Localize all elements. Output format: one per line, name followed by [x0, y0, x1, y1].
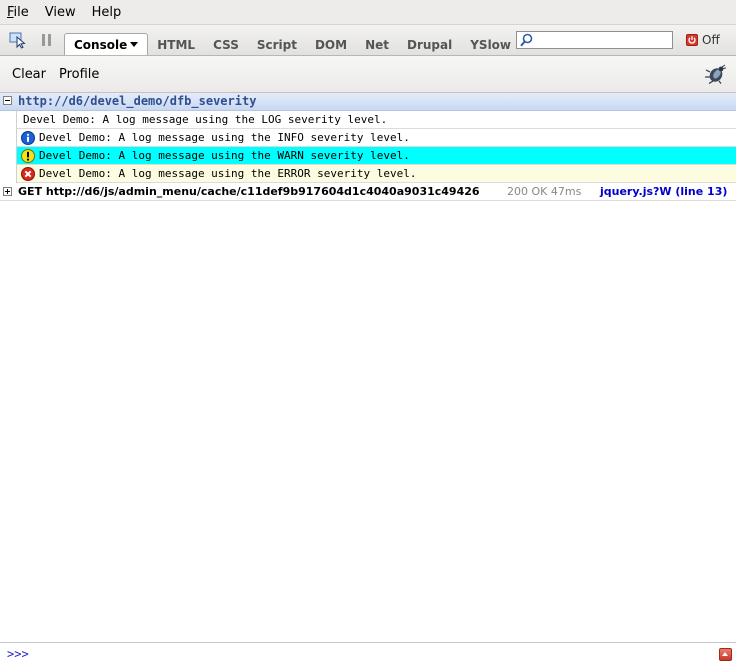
search-icon: [520, 33, 533, 47]
tab-css[interactable]: CSS: [204, 35, 248, 55]
console-log: http://d6/devel_demo/dfb_severity Devel …: [0, 93, 736, 201]
tab-console[interactable]: Console: [64, 33, 149, 55]
pause-icon: [42, 34, 45, 46]
command-input[interactable]: [36, 646, 706, 661]
firebug-toolbar: Console HTML CSS Script DOM Net Drupal Y…: [0, 24, 736, 56]
log-message-log: Devel Demo: A log message using the LOG …: [17, 111, 736, 129]
command-prompt: >>>: [7, 647, 29, 661]
inspect-button[interactable]: [8, 31, 28, 49]
tab-script[interactable]: Script: [248, 35, 306, 55]
firebug-icon[interactable]: [704, 64, 726, 84]
info-icon: [21, 131, 35, 145]
pause-icon-bar: [48, 34, 51, 46]
request-url: GET http://d6/js/admin_menu/cache/c11def…: [18, 185, 480, 198]
off-label: Off: [702, 33, 720, 47]
tab-drupal[interactable]: Drupal: [398, 35, 461, 55]
tab-dom[interactable]: DOM: [306, 35, 356, 55]
log-group-title: http://d6/devel_demo/dfb_severity: [18, 94, 257, 108]
panel-tabs: Console HTML CSS Script DOM Net Drupal Y…: [64, 31, 520, 57]
profile-button[interactable]: Profile: [59, 67, 99, 82]
menu-file[interactable]: File: [0, 5, 37, 20]
pause-button[interactable]: [40, 33, 54, 47]
xhr-request-row[interactable]: GET http://d6/js/admin_menu/cache/c11def…: [0, 183, 736, 201]
request-status: 200 OK 47ms: [507, 185, 582, 198]
collapse-icon[interactable]: [3, 96, 12, 105]
warning-icon: [21, 149, 35, 163]
off-button[interactable]: Off: [686, 33, 720, 47]
expand-command-line-icon[interactable]: [719, 648, 732, 661]
log-message-text: Devel Demo: A log message using the INFO…: [39, 131, 410, 144]
expand-icon[interactable]: [3, 187, 12, 196]
menu-bar: File View Help: [0, 0, 736, 24]
log-message-text: Devel Demo: A log message using the LOG …: [23, 113, 388, 126]
source-link[interactable]: jquery.js?W (line 13): [600, 183, 727, 200]
power-icon: [686, 34, 698, 46]
tab-console-label: Console: [74, 38, 128, 52]
inspect-icon: [9, 32, 26, 49]
command-line: >>>: [0, 642, 736, 664]
search-input[interactable]: [535, 32, 669, 48]
tab-net[interactable]: Net: [356, 35, 398, 55]
log-message-text: Devel Demo: A log message using the WARN…: [39, 149, 410, 162]
clear-button[interactable]: Clear: [12, 67, 46, 82]
error-icon: [21, 167, 35, 181]
menu-help[interactable]: Help: [84, 5, 130, 20]
menu-file-label: ile: [13, 4, 29, 20]
tab-html[interactable]: HTML: [148, 35, 204, 55]
menu-view[interactable]: View: [37, 5, 84, 20]
search-box: [516, 31, 673, 49]
log-message-text: Devel Demo: A log message using the ERRO…: [39, 167, 417, 180]
chevron-down-icon[interactable]: [130, 42, 139, 47]
log-message-warn: Devel Demo: A log message using the WARN…: [17, 147, 736, 165]
log-group-header[interactable]: http://d6/devel_demo/dfb_severity: [0, 93, 736, 111]
log-group-body: Devel Demo: A log message using the LOG …: [16, 111, 736, 183]
log-message-error: Devel Demo: A log message using the ERRO…: [17, 165, 736, 183]
tab-yslow[interactable]: YSlow: [461, 35, 520, 55]
log-message-info: Devel Demo: A log message using the INFO…: [17, 129, 736, 147]
console-toolbar: Clear Profile: [0, 56, 736, 93]
